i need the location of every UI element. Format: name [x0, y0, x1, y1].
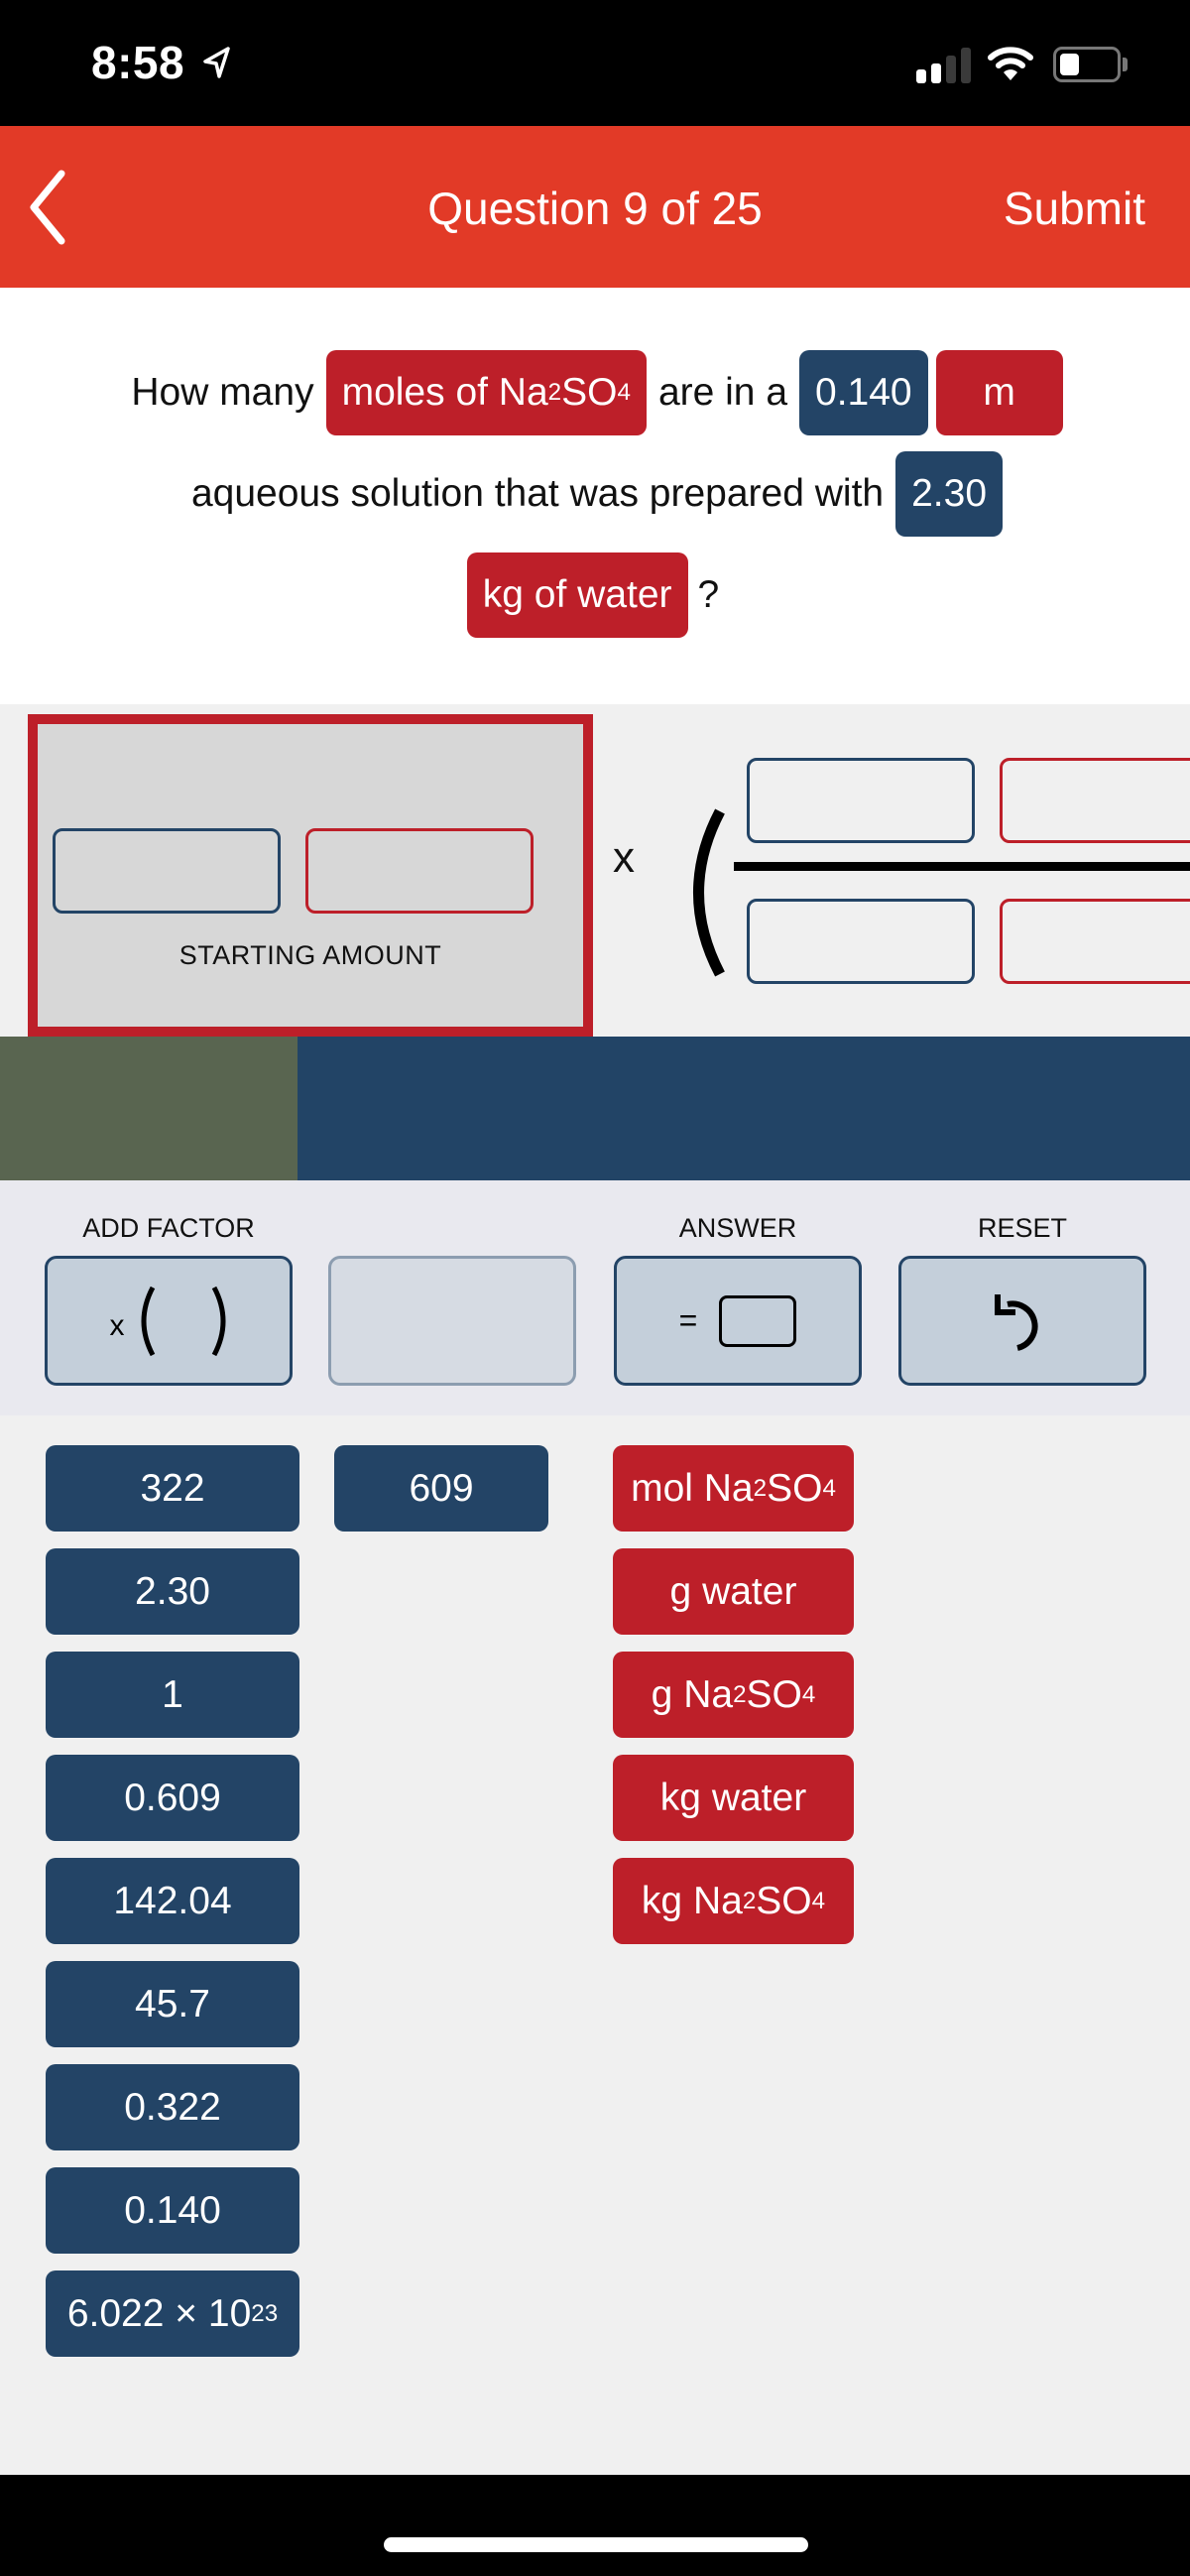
tile-text: g Na [651, 1672, 734, 1716]
reset-label: RESET [977, 1213, 1068, 1243]
chip-text: moles of Na [341, 371, 548, 414]
question-text: are in a [657, 371, 788, 414]
numerator-value-slot[interactable] [747, 758, 975, 843]
question-line-2: aqueous solution that was prepared with … [0, 451, 1190, 537]
value-tile[interactable]: 142.04 [46, 1858, 299, 1944]
equals-symbol: = [678, 1302, 698, 1338]
home-indicator[interactable] [384, 2537, 808, 2552]
multiply-symbol: x [613, 833, 635, 882]
add-factor-label: ADD FACTOR [82, 1213, 255, 1243]
tile-text: g water [669, 1569, 797, 1613]
value-tile[interactable]: 0.140 [46, 2167, 299, 2254]
undo-icon [995, 1293, 1038, 1351]
progress-bar [0, 1037, 1190, 1180]
answer-button[interactable]: = [614, 1256, 862, 1386]
tile-text: mol Na [631, 1466, 754, 1510]
answer-box-icon [719, 1294, 797, 1347]
question-text: How many [131, 371, 314, 414]
question-prompt: How many moles of Na 2 SO 4 are in a 0.140 … [0, 288, 1190, 704]
parentheses-icon [141, 1286, 225, 1356]
value-tile[interactable]: 45.7 [46, 1961, 299, 2047]
signal-strength-icon [916, 48, 972, 83]
question-unit-chip[interactable]: m [935, 350, 1063, 435]
question-line-1: How many moles of Na 2 SO 4 are in a 0.140 … [0, 350, 1190, 435]
chip-text: SO [561, 371, 618, 414]
starting-amount-label: STARTING AMOUNT [178, 940, 442, 970]
value-tile[interactable]: 0.609 [46, 1755, 299, 1841]
denominator-unit-slot[interactable] [1000, 899, 1190, 984]
value-tile[interactable]: 609 [334, 1445, 548, 1532]
starting-value-slot[interactable] [53, 828, 281, 914]
value-tile[interactable]: 2.30 [46, 1548, 299, 1635]
value-tile[interactable]: 6.022 × 10 23 [46, 2270, 299, 2357]
reset-button[interactable] [898, 1256, 1146, 1386]
home-indicator-area [0, 2475, 1190, 2576]
nav-bar: Question 9 of 25 Submit [0, 126, 1190, 288]
submit-button[interactable]: Submit [1004, 182, 1145, 235]
unit-tile[interactable]: g Na 2 SO 4 [613, 1652, 854, 1738]
question-unit-chip[interactable]: kg of water [466, 552, 688, 638]
tile-text: SO [767, 1466, 823, 1510]
tile-text: SO [746, 1672, 802, 1716]
value-tile[interactable]: 322 [46, 1445, 299, 1532]
workspace: STARTING AMOUNT x [0, 704, 1190, 1037]
wifi-icon [988, 47, 1033, 80]
unit-tile[interactable]: g water [613, 1548, 854, 1635]
value-tile[interactable]: 0.322 [46, 2064, 299, 2150]
unit-tile[interactable]: kg Na 2 SO 4 [613, 1858, 854, 1944]
question-unit-chip[interactable]: moles of Na 2 SO 4 [325, 350, 647, 435]
battery-icon [1053, 47, 1121, 82]
answer-tiles: 322 2.30 1 0.609 142.04 45.7 0.322 0.140 6.022 … [0, 1415, 1190, 2475]
question-value-chip[interactable]: 0.140 [799, 350, 928, 435]
status-time: 8:58 [91, 37, 185, 88]
denominator-value-slot[interactable] [747, 899, 975, 984]
question-value-chip[interactable]: 2.30 [895, 451, 1004, 537]
fraction-bar [734, 862, 1190, 871]
location-arrow-icon [203, 47, 230, 78]
question-line-3: kg of water ? [0, 552, 1190, 638]
unit-tile[interactable]: kg water [613, 1755, 854, 1841]
numerator-unit-slot[interactable] [1000, 758, 1190, 843]
value-tile[interactable]: 1 [46, 1652, 299, 1738]
question-text: ? [697, 573, 720, 616]
tile-text: SO [756, 1879, 812, 1922]
empty-tool-button [328, 1256, 576, 1386]
progress-fill [0, 1037, 298, 1180]
answer-label: ANSWER [678, 1213, 797, 1243]
toolbar: ADD FACTOR x ANSWER = RESET [0, 1180, 1190, 1415]
question-text: aqueous solution that was prepared with [190, 472, 885, 515]
open-paren-icon [693, 808, 725, 977]
unit-tile[interactable]: mol Na 2 SO 4 [613, 1445, 854, 1532]
tile-text: kg Na [641, 1879, 743, 1922]
battery-level [1060, 54, 1079, 75]
tile-text: kg water [659, 1776, 807, 1819]
battery-tip [1123, 58, 1128, 71]
starting-unit-slot[interactable] [305, 828, 534, 914]
status-bar: 8:58 [0, 0, 1190, 126]
tile-text: 6.022 × 10 [66, 2291, 252, 2335]
add-factor-button[interactable]: x [45, 1256, 293, 1386]
multiply-symbol: x [109, 1308, 125, 1342]
starting-amount-box[interactable]: STARTING AMOUNT [28, 714, 593, 1037]
